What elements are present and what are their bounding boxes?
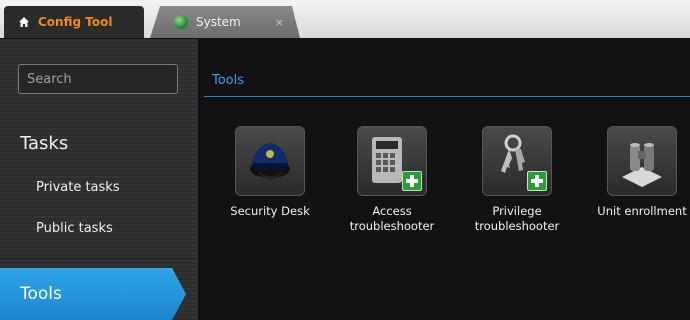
close-icon[interactable]: × (275, 16, 284, 29)
sidebar-divider (0, 258, 198, 259)
tool-security-desk[interactable]: Security Desk (210, 126, 330, 219)
home-icon (19, 17, 29, 27)
tab-system[interactable]: System × (150, 6, 300, 38)
tool-label: Access troubleshooter (349, 204, 435, 233)
tab-config-tool[interactable]: Config Tool (4, 6, 144, 38)
tab-strip: Config Tool System × (0, 0, 690, 39)
tasks-heading[interactable]: Tasks (20, 133, 68, 154)
tool-label: Unit enrollment (597, 204, 687, 218)
search-input[interactable] (18, 64, 178, 94)
sidebar-item-label: Tools (20, 284, 62, 304)
police-cap-icon (235, 126, 305, 196)
sidebar-item-public-tasks[interactable]: Public tasks (36, 221, 113, 236)
sidebar-item-private-tasks[interactable]: Private tasks (36, 180, 120, 195)
binoculars-icon (607, 126, 677, 196)
tool-unit-enrollment[interactable]: Unit enrollment (582, 126, 690, 219)
sidebar: Tasks Private tasks Public tasks Tools (0, 39, 198, 320)
add-badge-icon (402, 171, 422, 191)
section-divider (204, 96, 690, 97)
keypad-add-icon (357, 126, 427, 196)
main-panel: Tools Security Desk Access troubleshoote… (198, 39, 690, 320)
sidebar-item-tools[interactable]: Tools (0, 268, 186, 320)
add-badge-icon (527, 171, 547, 191)
tab-label: Config Tool (38, 15, 113, 29)
globe-icon (174, 15, 188, 29)
tool-label: Privilege troubleshooter (474, 204, 560, 233)
section-title: Tools (212, 73, 245, 88)
keys-add-icon (482, 126, 552, 196)
tool-access-troubleshooter[interactable]: Access troubleshooter (332, 126, 452, 234)
tab-label: System (196, 15, 241, 29)
tool-privilege-troubleshooter[interactable]: Privilege troubleshooter (457, 126, 577, 234)
tool-label: Security Desk (230, 204, 310, 218)
